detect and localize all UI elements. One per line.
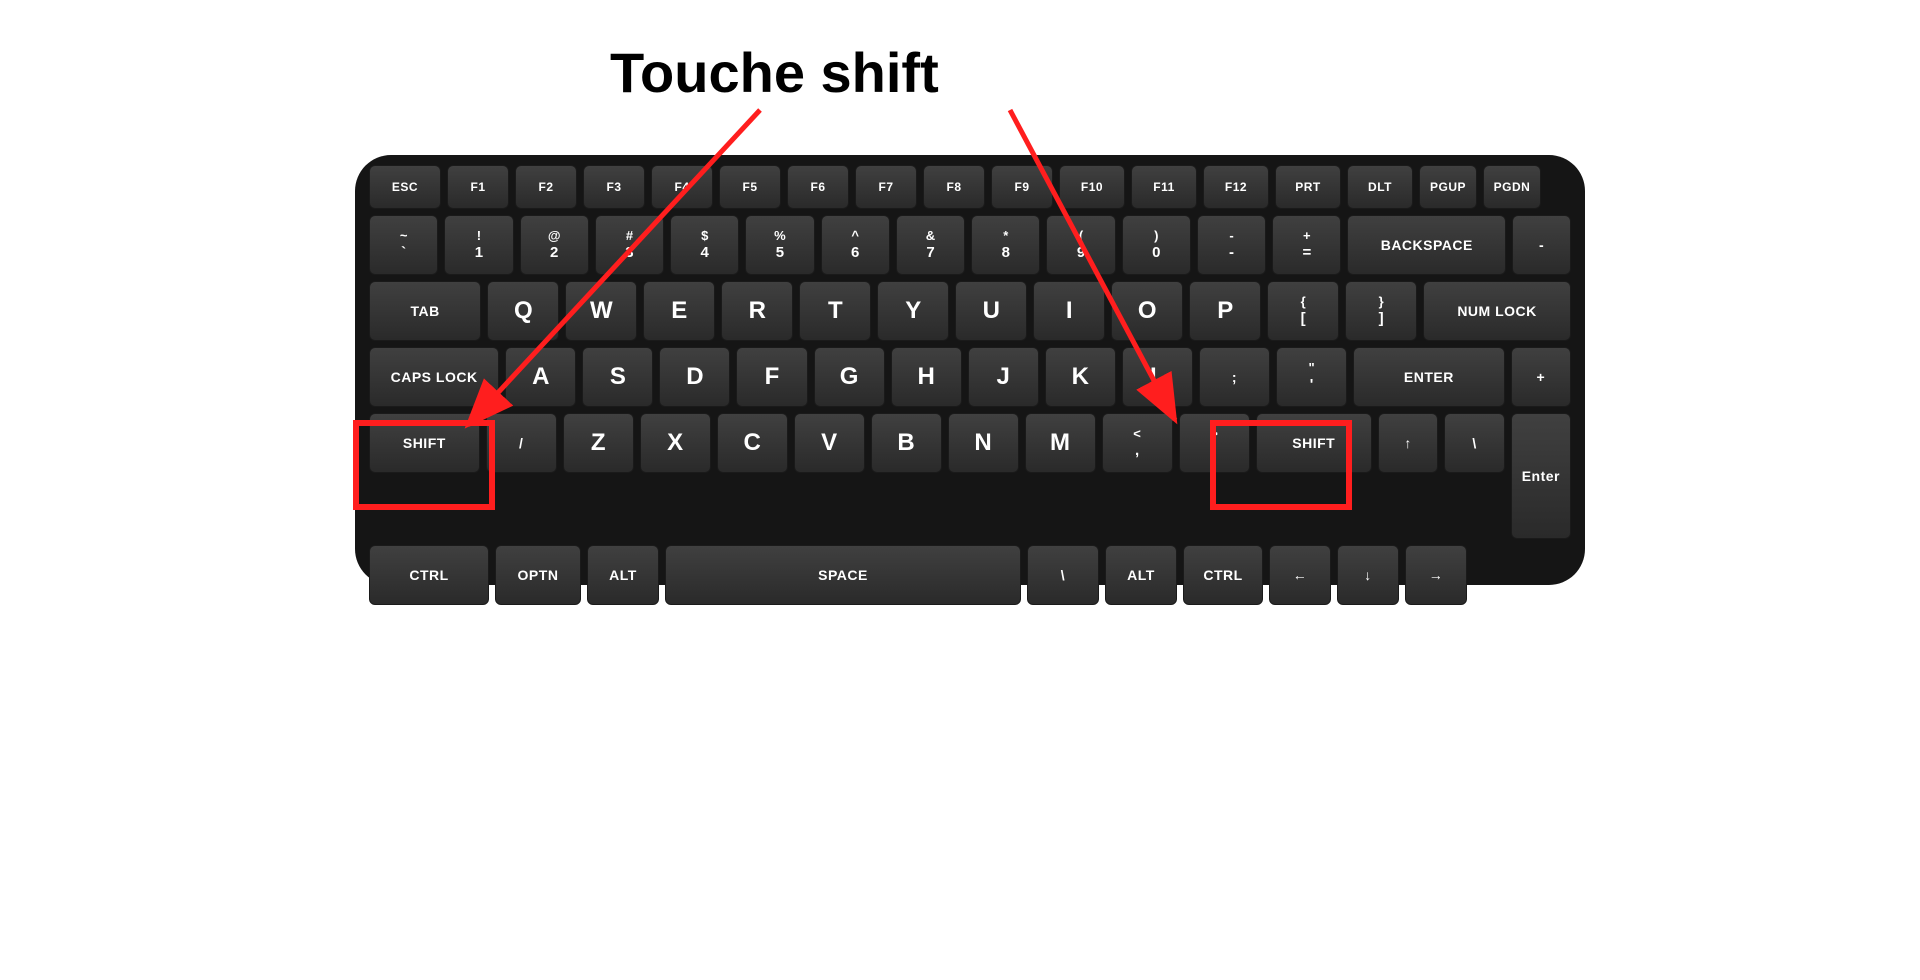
key-f8[interactable]: F8: [923, 165, 985, 209]
key-l[interactable]: L: [1122, 347, 1193, 407]
key-f[interactable]: F: [736, 347, 807, 407]
key-p[interactable]: P: [1189, 281, 1261, 341]
key--[interactable]: "': [1276, 347, 1347, 407]
key-h[interactable]: H: [891, 347, 962, 407]
key-k[interactable]: K: [1045, 347, 1116, 407]
key-f11[interactable]: F11: [1131, 165, 1197, 209]
key-m[interactable]: M: [1025, 413, 1096, 473]
key-e[interactable]: E: [643, 281, 715, 341]
key-z[interactable]: Z: [563, 413, 634, 473]
key-r[interactable]: R: [721, 281, 793, 341]
key--[interactable]: }]: [1345, 281, 1417, 341]
key-pgdn[interactable]: PGDN: [1483, 165, 1541, 209]
key-backspace[interactable]: BACKSPACE: [1347, 215, 1506, 275]
key-pgup[interactable]: PGUP: [1419, 165, 1477, 209]
key--4[interactable]: $4: [670, 215, 739, 275]
key--6[interactable]: ^6: [821, 215, 890, 275]
key-j[interactable]: J: [968, 347, 1039, 407]
key-plus[interactable]: +: [1511, 347, 1571, 407]
key-left-alt[interactable]: ALT: [587, 545, 659, 605]
key--[interactable]: +=: [1272, 215, 1341, 275]
key-v[interactable]: V: [794, 413, 865, 473]
key-u[interactable]: U: [955, 281, 1027, 341]
key-w[interactable]: W: [565, 281, 637, 341]
key-backslash[interactable]: \: [1027, 545, 1099, 605]
key-arrow-right[interactable]: →: [1405, 545, 1467, 605]
key--2[interactable]: @2: [520, 215, 589, 275]
key-c[interactable]: C: [717, 413, 788, 473]
key-prt[interactable]: PRT: [1275, 165, 1341, 209]
key-left-ctrl[interactable]: CTRL: [369, 545, 489, 605]
key-tab[interactable]: TAB: [369, 281, 481, 341]
key-b[interactable]: B: [871, 413, 942, 473]
key-dlt[interactable]: DLT: [1347, 165, 1413, 209]
key-numlock[interactable]: NUM LOCK: [1423, 281, 1571, 341]
key-f3[interactable]: F3: [583, 165, 645, 209]
key-f2[interactable]: F2: [515, 165, 577, 209]
key--7[interactable]: &7: [896, 215, 965, 275]
key-f5[interactable]: F5: [719, 165, 781, 209]
key-right-alt[interactable]: ALT: [1105, 545, 1177, 605]
key-enter[interactable]: ENTER: [1353, 347, 1505, 407]
key--[interactable]: <,: [1102, 413, 1173, 473]
key--3[interactable]: #3: [595, 215, 664, 275]
key--[interactable]: --: [1197, 215, 1266, 275]
key--0[interactable]: )0: [1122, 215, 1191, 275]
highlight-right-shift: [1210, 420, 1352, 510]
key--[interactable]: {[: [1267, 281, 1339, 341]
key-t[interactable]: T: [799, 281, 871, 341]
key-o[interactable]: O: [1111, 281, 1183, 341]
key-g[interactable]: G: [814, 347, 885, 407]
key-f1[interactable]: F1: [447, 165, 509, 209]
key-f4[interactable]: F4: [651, 165, 713, 209]
key-a[interactable]: A: [505, 347, 576, 407]
key-x[interactable]: X: [640, 413, 711, 473]
key--[interactable]: -: [1512, 215, 1571, 275]
key-n[interactable]: N: [948, 413, 1019, 473]
key-arrow-left[interactable]: ←: [1269, 545, 1331, 605]
key--[interactable]: ~`: [369, 215, 438, 275]
key-esc[interactable]: ESC: [369, 165, 441, 209]
key-space[interactable]: SPACE: [665, 545, 1021, 605]
key-i[interactable]: I: [1033, 281, 1105, 341]
key--[interactable]: \: [1444, 413, 1504, 473]
key-f6[interactable]: F6: [787, 165, 849, 209]
key-f12[interactable]: F12: [1203, 165, 1269, 209]
keyboard: ESCF1F2F3F4F5F6F7F8F9F10F11F12PRTDLTPGUP…: [355, 155, 1585, 585]
key--[interactable]: ;: [1199, 347, 1270, 407]
key-arrow-down[interactable]: ↓: [1337, 545, 1399, 605]
key-right-ctrl[interactable]: CTRL: [1183, 545, 1263, 605]
key-optn[interactable]: OPTN: [495, 545, 581, 605]
highlight-left-shift: [353, 420, 495, 510]
key-capslock[interactable]: CAPS LOCK: [369, 347, 499, 407]
key--[interactable]: /: [486, 413, 557, 473]
key--9[interactable]: (9: [1046, 215, 1115, 275]
key-side-enter[interactable]: Enter: [1511, 413, 1571, 539]
key-d[interactable]: D: [659, 347, 730, 407]
key-s[interactable]: S: [582, 347, 653, 407]
diagram-title: Touche shift: [610, 40, 939, 105]
key-f7[interactable]: F7: [855, 165, 917, 209]
key-f9[interactable]: F9: [991, 165, 1053, 209]
key--5[interactable]: %5: [745, 215, 814, 275]
key-f10[interactable]: F10: [1059, 165, 1125, 209]
key-y[interactable]: Y: [877, 281, 949, 341]
key--1[interactable]: !1: [444, 215, 513, 275]
key-q[interactable]: Q: [487, 281, 559, 341]
key--8[interactable]: *8: [971, 215, 1040, 275]
key-arrow-up[interactable]: ↑: [1378, 413, 1438, 473]
